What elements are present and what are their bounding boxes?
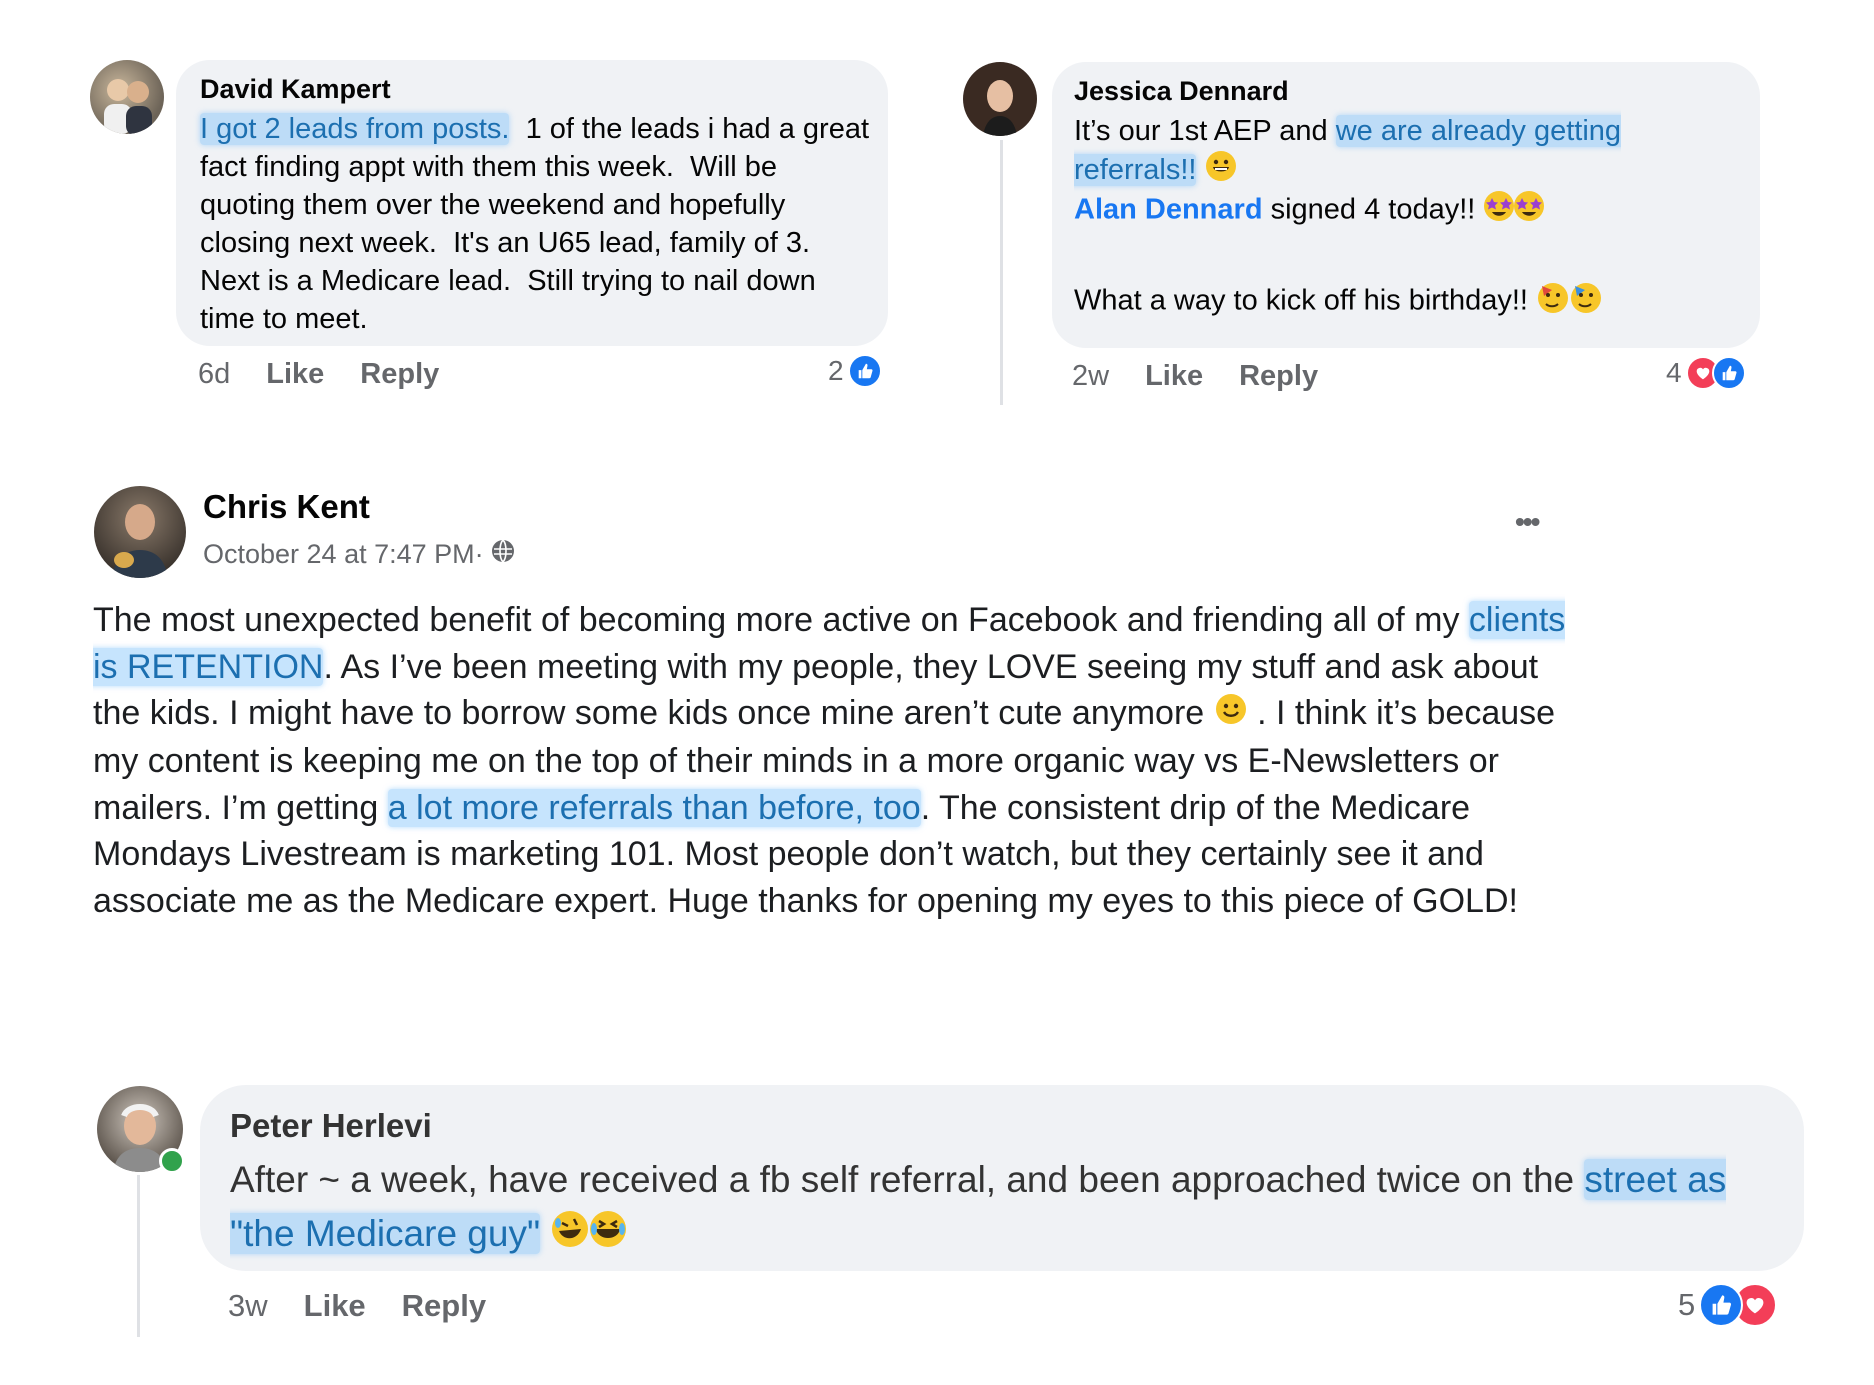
post-timestamp-row: October 24 at 7:47 PM·: [203, 538, 516, 571]
comment-author[interactable]: Peter Herlevi: [230, 1107, 432, 1145]
avatar-image: [112, 504, 168, 578]
comment-bubble-jessica: Jessica Dennard It’s our 1st AEP and we …: [1052, 62, 1760, 348]
reaction-count: 5: [1678, 1287, 1696, 1322]
reaction-summary[interactable]: 4: [1666, 356, 1746, 390]
avatar-chris-kent[interactable]: [94, 486, 186, 578]
reaction-summary[interactable]: 5: [1678, 1283, 1778, 1327]
globe-icon: [490, 538, 516, 571]
rolling-laughing-icon: [550, 1209, 630, 1264]
reply-button[interactable]: Reply: [402, 1288, 486, 1323]
comment-author[interactable]: Jessica Dennard: [1074, 76, 1289, 107]
comment-line-mention: Alan Dennard signed 4 today!!: [1074, 190, 1547, 232]
comment-bubble-peter: Peter Herlevi After ~ a week, have recei…: [200, 1085, 1804, 1271]
comment-text: It’s our 1st AEP and we are already gett…: [1074, 112, 1734, 192]
comment-text-rest: 1 of the leads i had a great fact findin…: [200, 113, 878, 335]
avatar-image: [104, 79, 152, 134]
thread-line: [1000, 140, 1003, 405]
comment-time[interactable]: 3w: [228, 1288, 268, 1323]
comment-bubble-david: David Kampert I got 2 leads from posts. …: [176, 60, 888, 346]
comment-text: What a way to kick off his birthday!!: [1074, 284, 1528, 317]
post-body: The most unexpected benefit of becoming …: [93, 597, 1593, 924]
comment-actions: 3w Like Reply: [228, 1288, 522, 1324]
reply-button[interactable]: Reply: [1239, 360, 1318, 392]
comment-actions: 6d Like Reply: [198, 358, 475, 391]
comment-text-start: After ~ a week, have received a fb self …: [230, 1159, 1585, 1200]
like-button[interactable]: Like: [266, 358, 324, 390]
thumbs-up-icon: [1711, 356, 1746, 390]
comment-text: I got 2 leads from posts. 1 of the leads…: [200, 110, 872, 338]
post-text: The most unexpected benefit of becoming …: [93, 601, 1469, 639]
highlighted-text: a lot more referrals than before, too: [387, 788, 921, 827]
smiling-face-icon: [1214, 692, 1248, 739]
comment-time[interactable]: 6d: [198, 358, 230, 390]
reaction-summary[interactable]: 2: [828, 354, 882, 388]
thumbs-up-icon: [1699, 1283, 1744, 1327]
comment-actions: 2w Like Reply: [1072, 360, 1354, 393]
comment-line-birthday: What a way to kick off his birthday!!: [1074, 280, 1606, 324]
avatar-david-kampert[interactable]: [90, 60, 164, 134]
online-status-dot: [159, 1148, 185, 1174]
comment-text: signed 4 today!!: [1262, 193, 1476, 226]
avatar-image: [983, 80, 1017, 136]
mention-link[interactable]: Alan Dennard: [1074, 194, 1263, 226]
star-struck-icon: [1483, 190, 1547, 232]
comment-text-start: It’s our 1st AEP and: [1074, 115, 1336, 147]
partying-face-icon: [1536, 280, 1606, 324]
post-more-options-button[interactable]: •••: [1515, 506, 1540, 538]
like-button[interactable]: Like: [1145, 360, 1203, 392]
like-button[interactable]: Like: [304, 1288, 366, 1323]
highlighted-text: I got 2 leads from posts.: [200, 113, 510, 145]
reply-button[interactable]: Reply: [360, 358, 439, 390]
post-author[interactable]: Chris Kent: [203, 488, 370, 526]
comment-author[interactable]: David Kampert: [200, 74, 391, 105]
grinning-face-icon: [1205, 150, 1237, 192]
comment-time[interactable]: 2w: [1072, 360, 1109, 392]
avatar-jessica-dennard[interactable]: [963, 62, 1037, 136]
reaction-count: 2: [828, 355, 844, 386]
thread-line: [137, 1175, 140, 1337]
comment-text: After ~ a week, have received a fb self …: [230, 1153, 1770, 1264]
post-timestamp[interactable]: October 24 at 7:47 PM·: [203, 539, 484, 570]
thumbs-up-icon: [847, 354, 882, 388]
reaction-count: 4: [1666, 357, 1682, 388]
